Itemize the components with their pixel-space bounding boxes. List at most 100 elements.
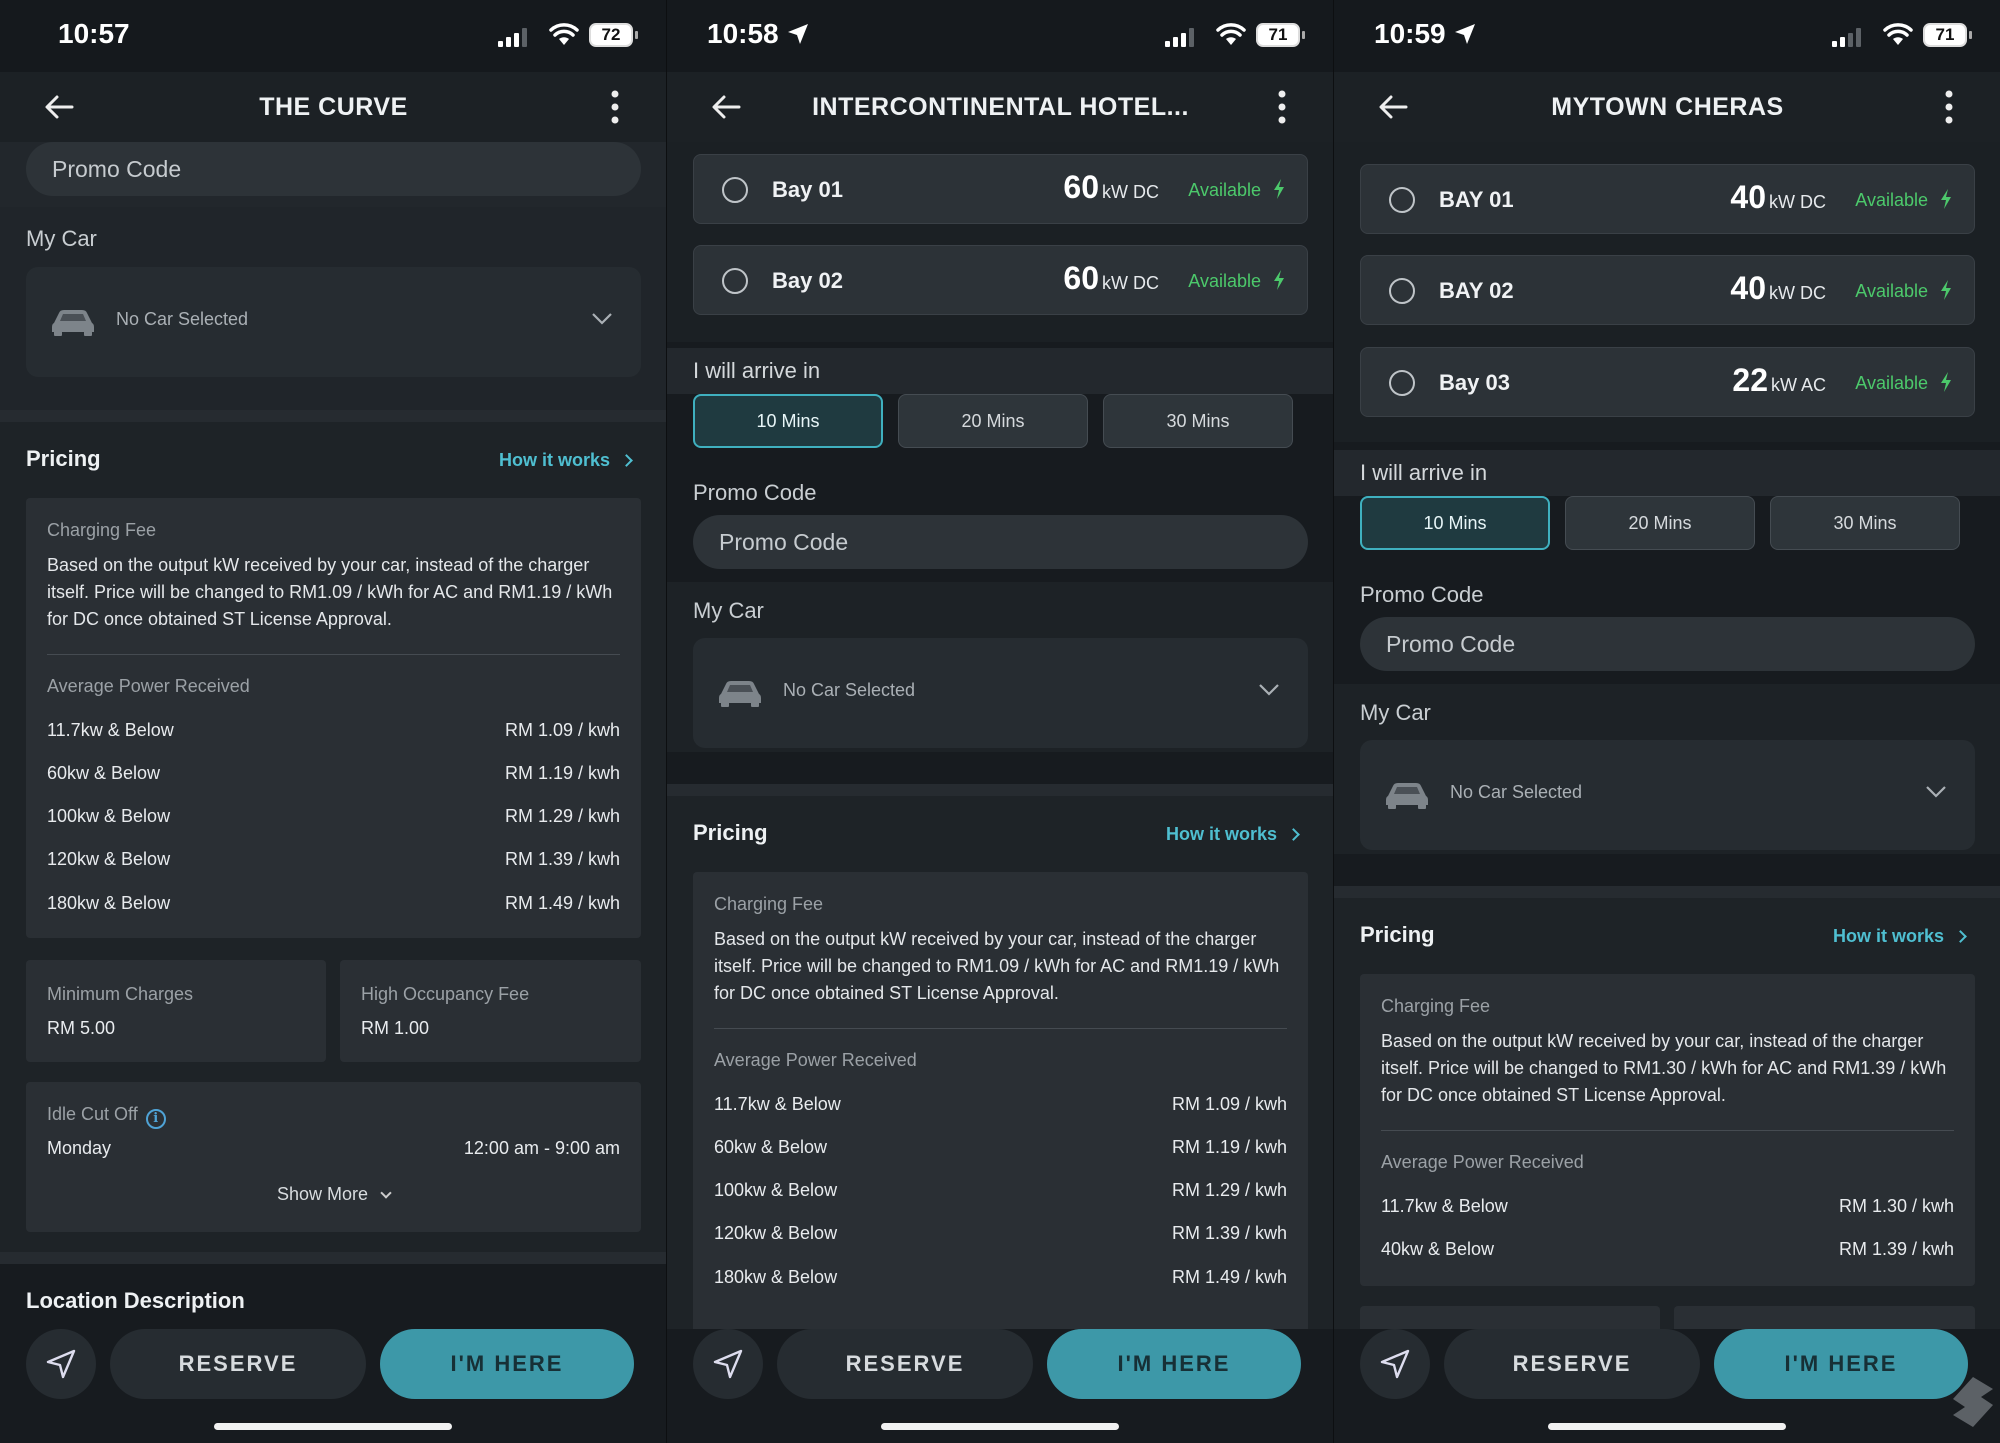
price-value: RM 1.09 / kwh (504, 720, 620, 740)
arrive-10-mins-button[interactable]: 10 Mins (693, 394, 883, 448)
page-title: MYTOWN CHERAS (1551, 92, 1784, 121)
bay-kw-value: 60 (1063, 260, 1099, 296)
arrive-30-mins-button[interactable]: 30 Mins (1103, 394, 1293, 448)
bay-kw-type: kW AC (1770, 375, 1826, 395)
bay-kw-type: kW DC (1769, 283, 1826, 303)
im-here-button[interactable]: I'M HERE (380, 1329, 634, 1399)
phone-screen-mytown-cheras: 10:59 71 MYTOWN CHERAS BAY 01 40 kW DC Av… (1334, 0, 2000, 1443)
high-occupancy-card (1674, 1306, 1975, 1329)
price-value: RM 1.29 / kwh (504, 806, 620, 826)
bay-option[interactable]: Bay 03 22 kW AC Available (1360, 347, 1975, 417)
car-icon (52, 310, 94, 336)
bay-kw-value: 40 (1730, 270, 1766, 306)
price-row: 11.7kw & Below RM 1.09 / kwh (47, 720, 620, 741)
how-it-works-link[interactable]: How it works (1166, 824, 1300, 845)
lightning-bolt-icon (1274, 270, 1284, 290)
charging-fee-description: Based on the output kW received by your … (47, 555, 613, 629)
bay-option[interactable]: BAY 02 40 kW DC Available (1360, 255, 1975, 325)
more-options-icon[interactable] (1278, 90, 1286, 124)
lightning-bolt-icon (1941, 280, 1951, 300)
back-arrow-icon[interactable] (1378, 94, 1408, 120)
price-row: 100kw & Below RM 1.29 / kwh (47, 806, 620, 827)
price-row: 40kw & Below RM 1.39 / kwh (1381, 1239, 1954, 1260)
arrive-30-mins-button[interactable]: 30 Mins (1770, 496, 1960, 550)
back-arrow-icon[interactable] (44, 94, 74, 120)
navigate-button[interactable] (1360, 1329, 1430, 1399)
bay-kw-value: 22 (1732, 362, 1768, 398)
bay-name: Bay 02 (772, 268, 843, 293)
reserve-button[interactable]: RESERVE (1444, 1329, 1700, 1399)
how-it-works-label: How it works (1832, 926, 1944, 946)
bay-kw-type: kW DC (1102, 182, 1159, 202)
bay-power: 60 kW DC (1063, 260, 1159, 297)
car-selector[interactable]: No Car Selected (26, 267, 641, 377)
radio-button[interactable] (1389, 278, 1415, 304)
divider (714, 1028, 1287, 1029)
scroll-content[interactable]: Bay 01 60 kW DC Available Bay 02 60 kW DC … (667, 142, 1334, 1329)
idle-row: Monday 12:00 am - 9:00 am (47, 1138, 620, 1159)
promo-code-input[interactable]: Promo Code (1360, 617, 1975, 671)
price-row: 60kw & Below RM 1.19 / kwh (714, 1137, 1287, 1158)
how-it-works-label: How it works (498, 450, 610, 470)
price-value: RM 1.39 / kwh (1838, 1239, 1954, 1259)
charging-fee-title: Charging Fee (1381, 996, 1491, 1016)
reserve-button[interactable]: RESERVE (777, 1329, 1033, 1399)
radio-button[interactable] (722, 268, 748, 294)
info-icon[interactable]: i (145, 1109, 166, 1129)
how-it-works-link[interactable]: How it works (498, 450, 633, 471)
arrive-20-mins-button[interactable]: 20 Mins (1565, 496, 1755, 550)
im-here-button[interactable]: I'M HERE (1714, 1329, 1968, 1399)
price-value: RM 1.39 / kwh (504, 849, 620, 869)
chevron-right-icon (1954, 930, 1967, 943)
bay-status: Available (1855, 373, 1928, 393)
bay-name: BAY 02 (1439, 278, 1514, 303)
more-options-icon[interactable] (611, 90, 619, 124)
price-tier: 120kw & Below (47, 849, 171, 869)
reserve-button[interactable]: RESERVE (110, 1329, 366, 1399)
radio-button[interactable] (722, 177, 748, 203)
how-it-works-link[interactable]: How it works (1832, 926, 1967, 947)
wifi-icon (549, 23, 579, 45)
pricing-heading: Pricing (26, 446, 101, 471)
navigate-button[interactable] (26, 1329, 96, 1399)
scroll-content[interactable]: BAY 01 40 kW DC Available BAY 02 40 kW DC … (1334, 142, 2000, 1329)
charging-fee-description: Based on the output kW received by your … (1381, 1031, 1947, 1105)
minimum-charges-card: Minimum Charges RM 5.00 (26, 960, 326, 1062)
more-options-icon[interactable] (1945, 90, 1953, 124)
car-selector[interactable]: No Car Selected (1360, 740, 1975, 850)
price-value: RM 1.49 / kwh (504, 893, 620, 913)
promo-code-input[interactable]: Promo Code (693, 515, 1308, 569)
navigate-button[interactable] (693, 1329, 763, 1399)
wifi-icon (1883, 23, 1913, 45)
section-separator (0, 1252, 667, 1264)
car-selector[interactable]: No Car Selected (693, 638, 1308, 748)
price-row: 11.7kw & Below RM 1.09 / kwh (714, 1094, 1287, 1115)
arrive-label: I will arrive in (693, 358, 821, 383)
bay-status: Available (1855, 281, 1928, 301)
im-here-button[interactable]: I'M HERE (1047, 1329, 1301, 1399)
bottom-action-bar: RESERVE I'M HERE (1334, 1329, 2000, 1443)
my-car-label: My Car (693, 598, 764, 623)
average-power-title: Average Power Received (714, 1050, 917, 1070)
status-time-text: 10:58 (707, 18, 779, 49)
car-value: No Car Selected (783, 680, 916, 700)
arrive-10-mins-button[interactable]: 10 Mins (1360, 496, 1550, 550)
status-time-text: 10:59 (1374, 18, 1446, 49)
back-arrow-icon[interactable] (711, 94, 741, 120)
average-power-title: Average Power Received (47, 676, 250, 696)
promo-code-input[interactable]: Promo Code (26, 142, 641, 196)
lightning-bolt-icon (1941, 372, 1951, 392)
bay-option[interactable]: BAY 01 40 kW DC Available (1360, 164, 1975, 234)
bay-option[interactable]: Bay 02 60 kW DC Available (693, 245, 1308, 315)
status-time: 10:59 (1374, 18, 1476, 50)
scroll-content[interactable]: Promo Code My Car No Car Selected Pricin… (0, 142, 667, 1329)
bay-option[interactable]: Bay 01 60 kW DC Available (693, 154, 1308, 224)
arrive-20-mins-button[interactable]: 20 Mins (898, 394, 1088, 448)
price-value: RM 1.19 / kwh (1171, 1137, 1287, 1157)
status-bar: 10:57 72 (0, 0, 667, 72)
chevron-down-icon (1926, 786, 1946, 798)
show-more-button[interactable]: Show More (26, 1184, 641, 1205)
lightning-bolt-icon (1941, 189, 1951, 209)
radio-button[interactable] (1389, 370, 1415, 396)
radio-button[interactable] (1389, 187, 1415, 213)
